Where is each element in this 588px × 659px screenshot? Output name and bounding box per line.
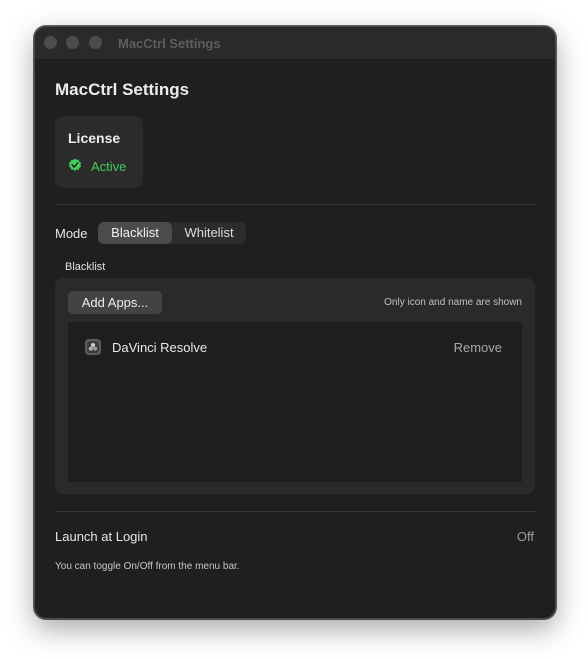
mode-segmented-control: Blacklist Whitelist (98, 222, 246, 244)
window-title: MacCtrl Settings (118, 36, 221, 51)
title-bar[interactable]: MacCtrl Settings (35, 27, 555, 59)
launch-at-login-hint: You can toggle On/Off from the menu bar. (55, 561, 240, 572)
app-list[interactable]: DaVinci Resolve Remove (68, 322, 522, 482)
license-title: License (68, 130, 121, 146)
blacklist-hint: Only icon and name are shown (384, 297, 522, 308)
license-status-text: Active (91, 159, 127, 174)
settings-window: MacCtrl Settings MacCtrl Settings Licens… (34, 26, 556, 619)
mode-option-whitelist[interactable]: Whitelist (172, 222, 246, 244)
license-card: License Active (55, 116, 143, 188)
add-apps-button[interactable]: Add Apps... (68, 291, 162, 314)
remove-app-button[interactable]: Remove (454, 340, 502, 355)
davinci-resolve-icon (85, 339, 101, 355)
minimize-window-button[interactable] (66, 36, 79, 49)
divider (55, 511, 535, 512)
mode-label: Mode (55, 226, 88, 241)
blacklist-section-label: Blacklist (65, 261, 106, 273)
launch-at-login-label: Launch at Login (55, 529, 148, 544)
close-window-button[interactable] (44, 36, 57, 49)
license-status: Active (68, 158, 126, 175)
divider (55, 204, 535, 205)
checkmark-seal-icon (68, 158, 82, 175)
app-name: DaVinci Resolve (112, 340, 208, 355)
zoom-window-button[interactable] (89, 36, 102, 49)
blacklist-panel: Add Apps... Only icon and name are shown… (55, 278, 535, 494)
list-item[interactable]: DaVinci Resolve Remove (84, 338, 508, 358)
mode-option-blacklist[interactable]: Blacklist (98, 222, 172, 244)
page-title: MacCtrl Settings (55, 80, 190, 99)
launch-at-login-value[interactable]: Off (517, 529, 534, 544)
